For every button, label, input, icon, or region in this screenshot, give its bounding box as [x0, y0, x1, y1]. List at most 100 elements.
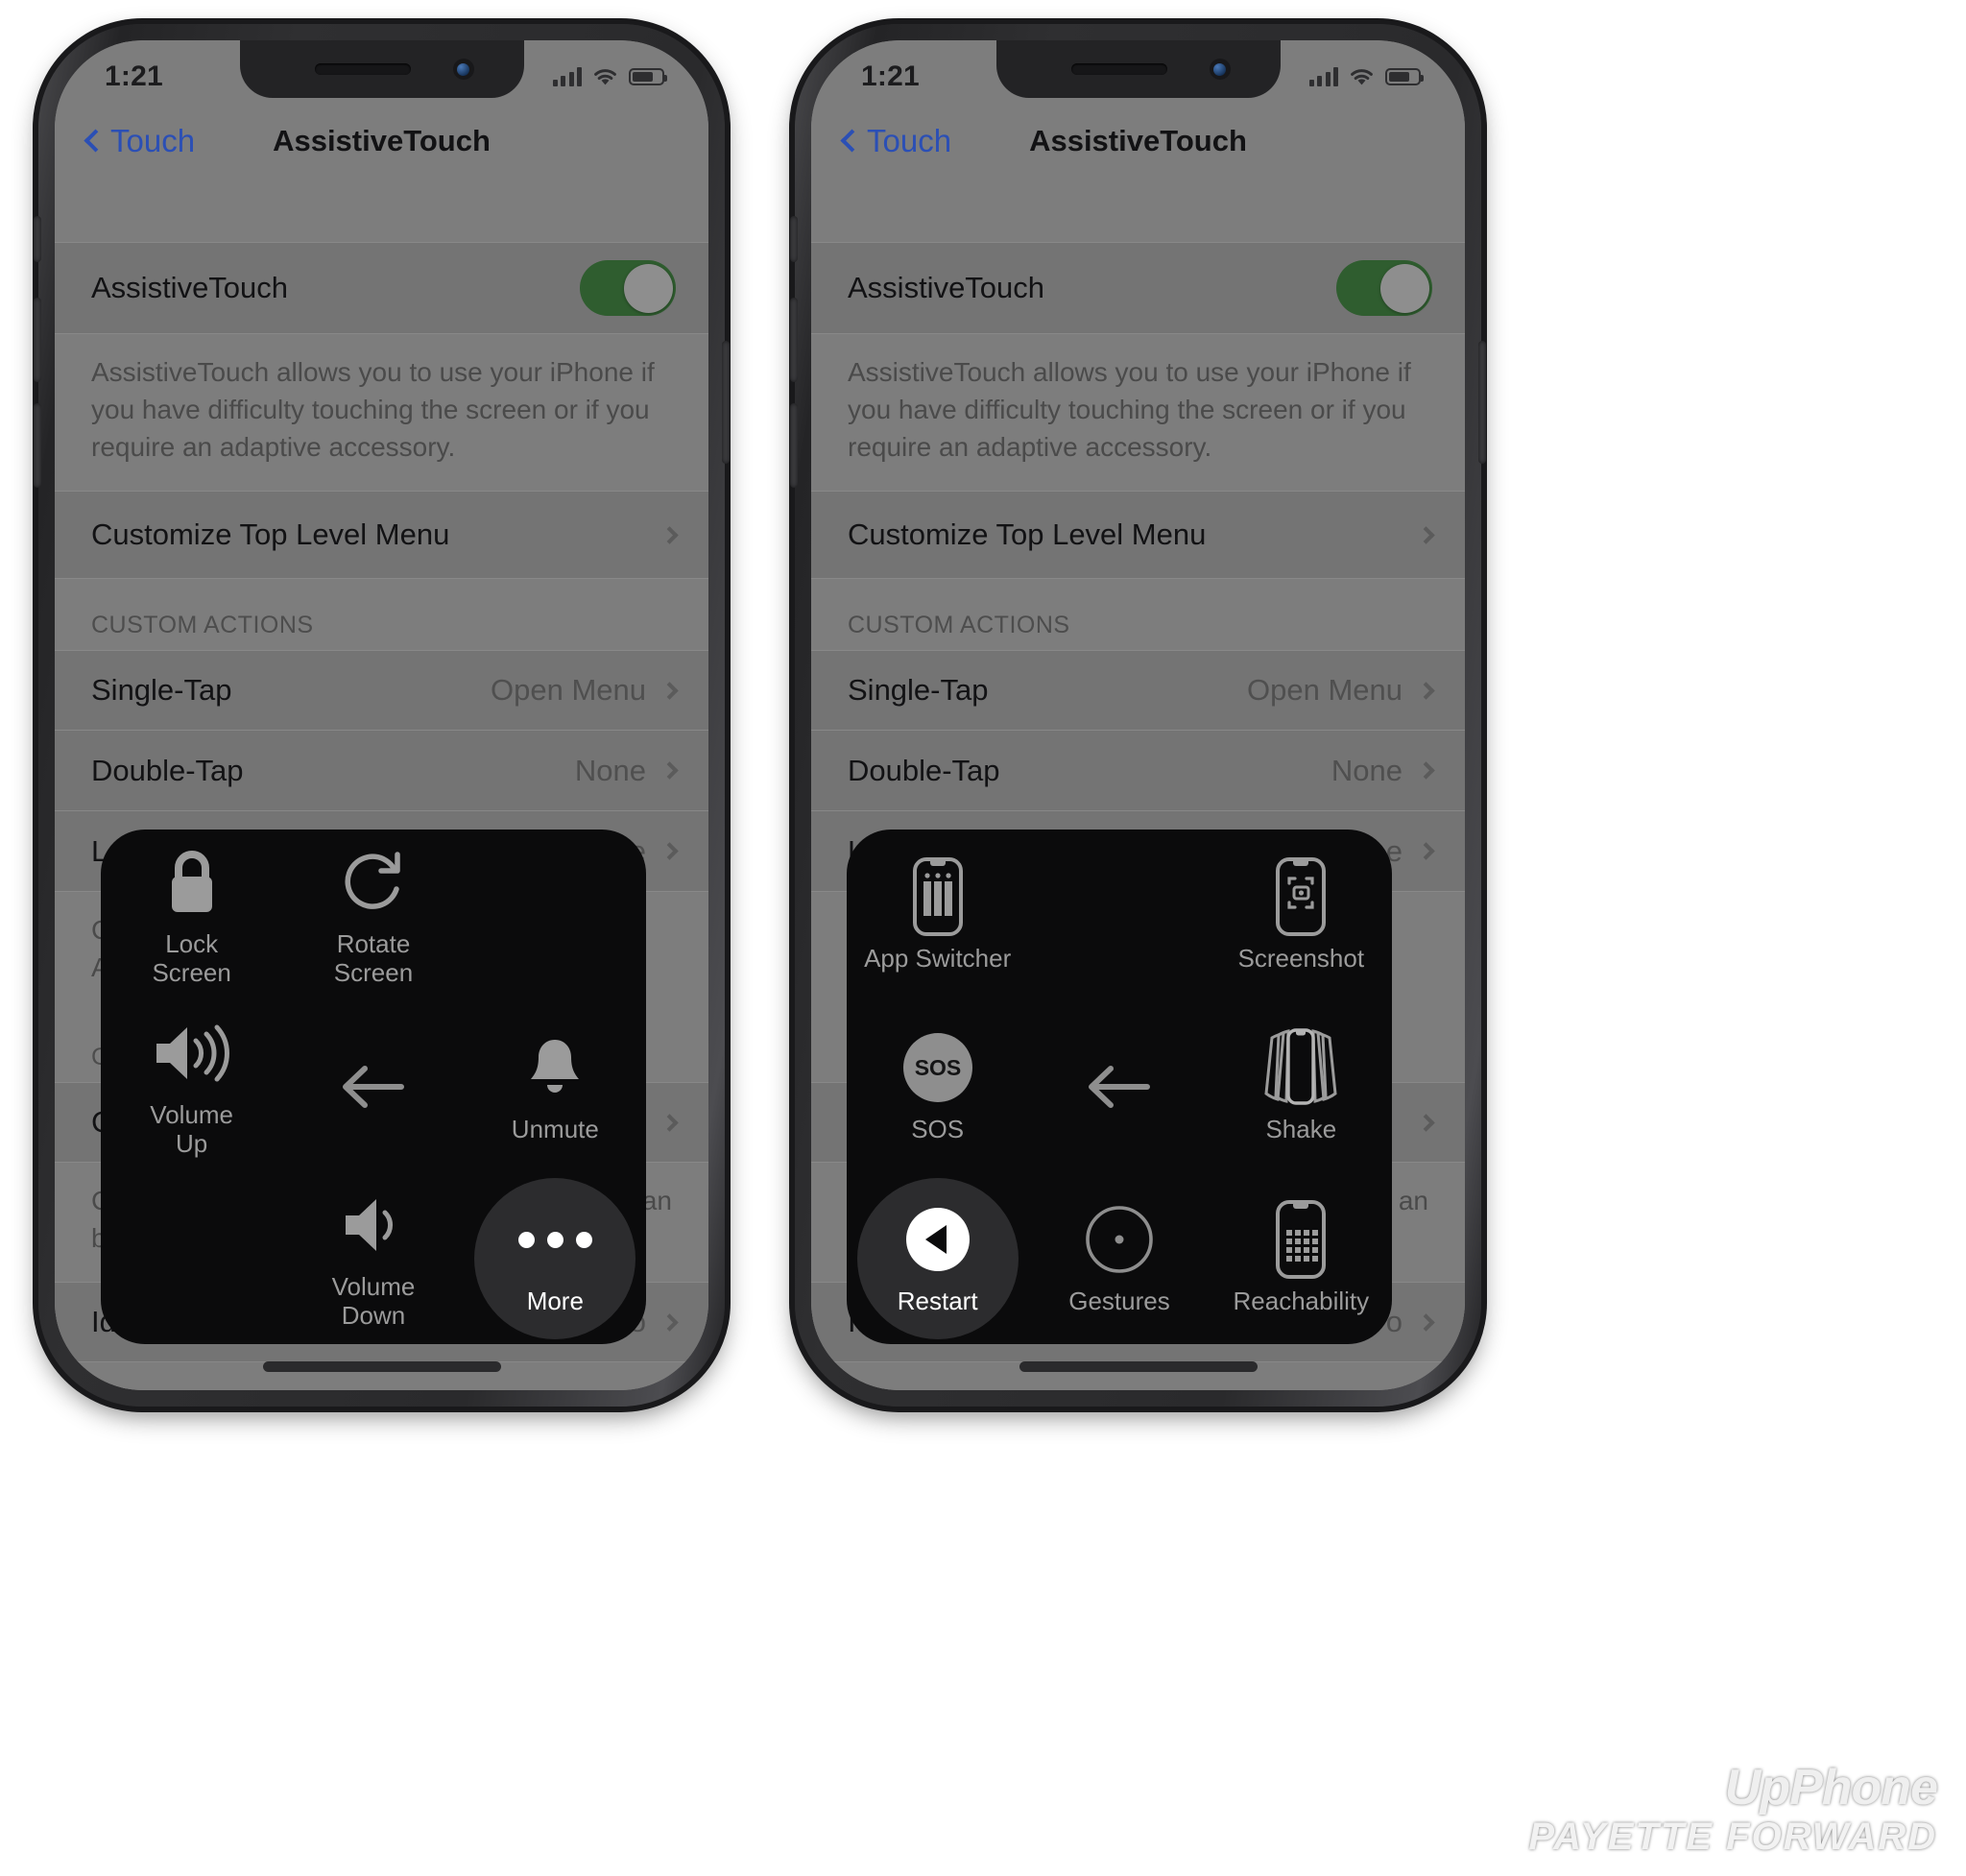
power-button[interactable] — [1478, 341, 1486, 464]
row-customize-top-level-menu[interactable]: Customize Top Level Menu — [55, 491, 708, 579]
battery-icon — [1385, 68, 1424, 85]
battery-icon — [629, 68, 667, 85]
home-indicator[interactable] — [1019, 1361, 1258, 1372]
assistivetouch-settings-page: 1:21 Touch AssistiveTouch AssistiveTouch… — [811, 40, 1465, 1390]
app-switcher-icon — [912, 856, 964, 936]
chevron-right-icon — [1417, 842, 1435, 860]
menu-label-shake: Shake — [1265, 1115, 1337, 1144]
menu-item-volume-up[interactable]: Volume Up — [101, 1001, 282, 1173]
volume-down-button[interactable] — [34, 403, 41, 488]
menu-item-rotate-screen[interactable]: Rotate Screen — [282, 830, 464, 1001]
row-single-tap-label: Single-Tap — [91, 673, 232, 707]
rotate-screen-icon — [338, 844, 409, 921]
bell-icon — [527, 1029, 583, 1106]
menu-label-reachability: Reachability — [1233, 1287, 1370, 1316]
iphone-device-right: 1:21 Touch AssistiveTouch AssistiveTouch… — [790, 24, 1486, 1407]
silent-switch[interactable] — [790, 216, 798, 262]
assistivetouch-menu-more[interactable]: App Switcher Screenshot SOS SOS Shake Re… — [847, 830, 1392, 1344]
menu-item-lock-screen[interactable]: Lock Screen — [101, 830, 282, 1001]
menu-label-more: More — [526, 1287, 584, 1316]
row-double-tap-label: Double-Tap — [848, 753, 1000, 787]
menu-item-reachability[interactable]: Reachability — [1211, 1172, 1392, 1344]
menu-item-screenshot[interactable]: Screenshot — [1211, 830, 1392, 1001]
row-single-tap[interactable]: Single-Tap Open Menu — [811, 650, 1465, 731]
volume-down-button[interactable] — [790, 403, 798, 488]
front-camera-icon — [452, 59, 474, 80]
volume-up-icon — [151, 1015, 233, 1092]
chevron-right-icon — [1417, 525, 1435, 544]
menu-slot-empty — [1028, 830, 1210, 1001]
sos-icon: SOS — [901, 1029, 974, 1106]
device-screen-right: 1:21 Touch AssistiveTouch AssistiveTouch… — [811, 40, 1465, 1390]
menu-label-volume-up: Volume Up — [150, 1100, 234, 1159]
navigation-bar: Touch AssistiveTouch — [811, 100, 1465, 181]
menu-label-app-switcher: App Switcher — [864, 943, 1012, 973]
cellular-bars-icon — [552, 67, 582, 86]
lock-icon — [161, 844, 223, 921]
status-time: 1:21 — [861, 60, 920, 92]
menu-item-back[interactable] — [1028, 1001, 1210, 1173]
chevron-right-icon — [660, 1312, 679, 1332]
menu-item-more[interactable]: More — [465, 1172, 646, 1344]
shake-icon — [1258, 1028, 1344, 1106]
front-camera-icon — [1209, 59, 1231, 80]
custom-actions-header: CUSTOM ACTIONS — [811, 579, 1465, 650]
gestures-icon — [1083, 1201, 1156, 1278]
row-double-tap[interactable]: Double-Tap None — [811, 731, 1465, 811]
silent-switch[interactable] — [34, 216, 41, 262]
svg-text:SOS: SOS — [914, 1055, 961, 1080]
menu-label-sos: SOS — [911, 1115, 965, 1144]
reachability-icon — [1275, 1200, 1327, 1280]
menu-item-volume-down[interactable]: Volume Down — [282, 1172, 464, 1344]
row-double-tap-value: None — [574, 753, 646, 787]
chevron-right-icon — [660, 842, 679, 860]
assistivetouch-settings-page: 1:21 Touch AssistiveTouch AssistiveTouch… — [55, 40, 708, 1390]
menu-item-sos[interactable]: SOS SOS — [847, 1001, 1028, 1173]
volume-up-button[interactable] — [790, 298, 798, 382]
row-assistivetouch[interactable]: AssistiveTouch — [811, 242, 1465, 334]
screenshot-icon — [1275, 856, 1327, 936]
assistivetouch-toggle[interactable] — [580, 260, 676, 316]
list-top-gap — [55, 181, 708, 242]
ellipsis-icon — [517, 1201, 592, 1278]
row-double-tap-value: None — [1331, 753, 1403, 787]
menu-label-lock-screen: Lock Screen — [152, 928, 231, 987]
row-assistivetouch-label: AssistiveTouch — [848, 271, 1045, 304]
volume-up-button[interactable] — [34, 298, 41, 382]
row-double-tap[interactable]: Double-Tap None — [55, 731, 708, 811]
row-assistivetouch[interactable]: AssistiveTouch — [55, 242, 708, 334]
watermark-brand: UpPhone — [1724, 1760, 1938, 1816]
menu-item-shake[interactable]: Shake — [1211, 1001, 1392, 1173]
restart-icon — [904, 1201, 971, 1278]
page-title: AssistiveTouch — [1029, 123, 1247, 157]
chevron-right-icon — [1417, 681, 1435, 700]
navigation-bar: Touch AssistiveTouch — [55, 100, 708, 181]
row-customize-label: Customize Top Level Menu — [848, 517, 1207, 551]
menu-label-screenshot: Screenshot — [1237, 943, 1365, 973]
home-indicator[interactable] — [262, 1361, 501, 1372]
earpiece-speaker — [1070, 63, 1167, 75]
assistivetouch-menu-left[interactable]: Lock Screen Rotate Screen Volume Up Unmu… — [101, 830, 646, 1344]
menu-label-gestures: Gestures — [1068, 1287, 1170, 1316]
row-single-tap[interactable]: Single-Tap Open Menu — [55, 650, 708, 731]
menu-item-restart[interactable]: Restart — [847, 1172, 1028, 1344]
row-customize-top-level-menu[interactable]: Customize Top Level Menu — [811, 491, 1465, 579]
chevron-right-icon — [660, 681, 679, 700]
menu-item-back[interactable] — [282, 1001, 464, 1173]
power-button[interactable] — [722, 341, 730, 464]
cellular-bars-icon — [1308, 67, 1338, 86]
assistivetouch-toggle[interactable] — [1336, 260, 1432, 316]
status-time: 1:21 — [105, 60, 163, 92]
row-single-tap-label: Single-Tap — [848, 673, 989, 707]
row-customize-label: Customize Top Level Menu — [91, 517, 450, 551]
chevron-right-icon — [660, 761, 679, 780]
notch — [995, 40, 1281, 98]
chevron-right-icon — [660, 525, 679, 544]
row-single-tap-value: Open Menu — [1247, 673, 1403, 707]
menu-item-unmute[interactable]: Unmute — [465, 1001, 646, 1173]
chevron-right-icon — [1417, 1113, 1435, 1132]
menu-item-app-switcher[interactable]: App Switcher — [847, 830, 1028, 1001]
menu-item-gestures[interactable]: Gestures — [1028, 1172, 1210, 1344]
row-assistivetouch-label: AssistiveTouch — [91, 271, 289, 304]
menu-slot-empty — [101, 1172, 282, 1344]
